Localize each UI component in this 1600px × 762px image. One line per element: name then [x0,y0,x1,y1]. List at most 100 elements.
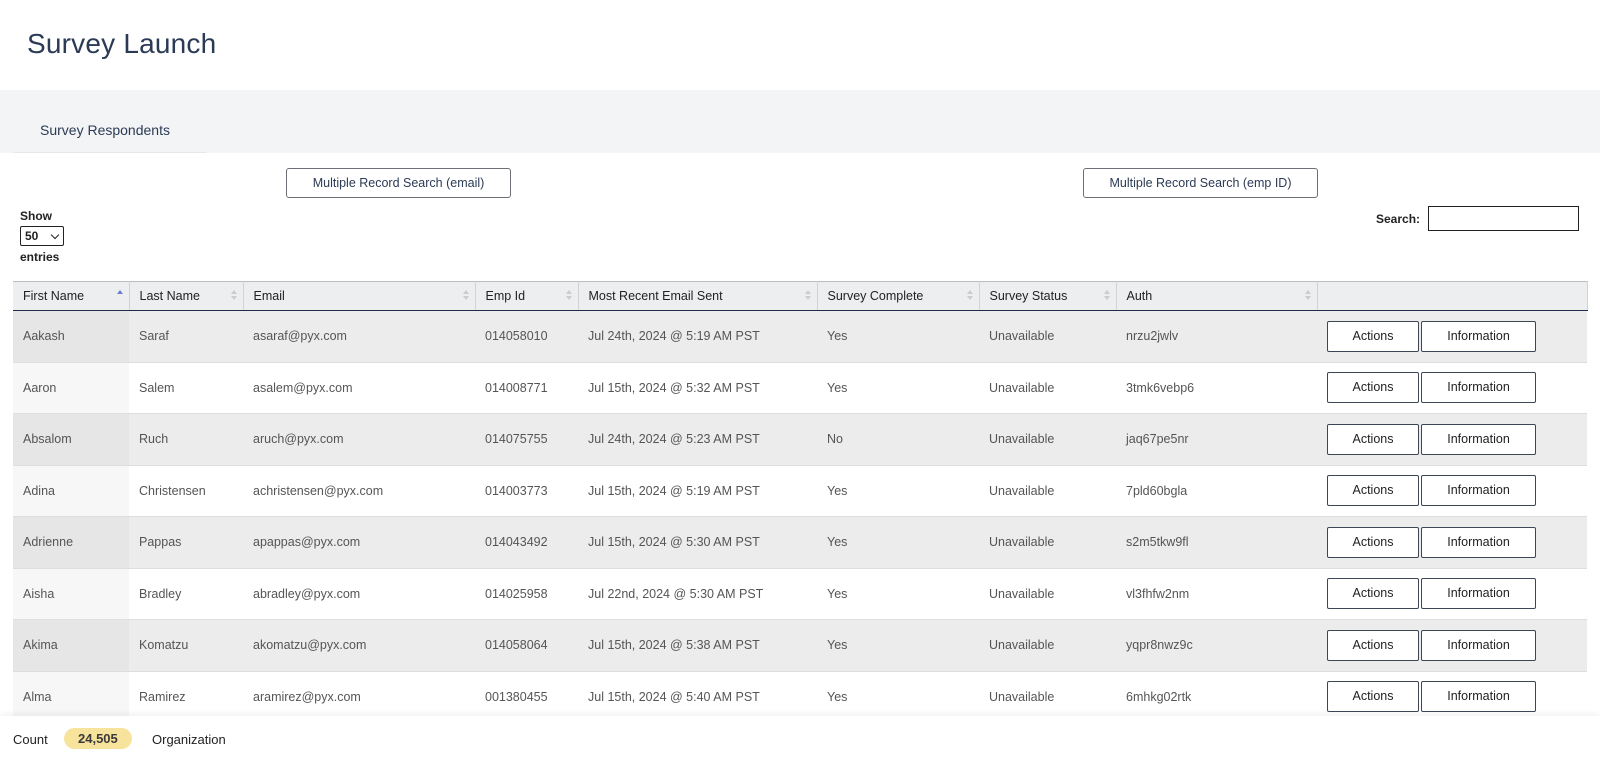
chevron-down-icon [50,230,60,240]
multiple-record-search-empid-button[interactable]: Multiple Record Search (emp ID) [1083,168,1318,198]
sort-icon [1103,290,1110,302]
information-button[interactable]: Information [1421,578,1536,610]
cell-last-name: Ruch [129,413,243,466]
column-header-email[interactable]: Email [243,281,476,311]
cell-email: apappas@pyx.com [243,516,475,569]
cell-actions: Actions Information [1317,310,1587,363]
cell-actions: Actions Information [1317,619,1587,672]
page-length-select[interactable]: 50 [20,226,64,246]
cell-auth: nrzu2jwlv [1116,310,1317,363]
column-header-survey-status[interactable]: Survey Status [979,281,1117,311]
page-length-value: 50 [25,229,39,243]
cell-email: abradley@pyx.com [243,568,475,620]
cell-emp-id: 001380455 [475,671,578,723]
multiple-record-search-email-button[interactable]: Multiple Record Search (email) [286,168,511,198]
show-label: Show [20,209,52,223]
entries-label: entries [20,250,60,264]
cell-most-recent-email-sent: Jul 15th, 2024 @ 5:19 AM PST [578,465,817,517]
cell-actions: Actions Information [1317,671,1587,723]
cell-first-name: Aisha [13,568,129,620]
actions-button[interactable]: Actions [1327,681,1419,713]
cell-email: asaraf@pyx.com [243,310,475,363]
footer-bar: Count 24,505 Organization [0,716,1600,762]
cell-auth: 7pld60bgla [1116,465,1317,517]
cell-actions: Actions Information [1317,413,1587,466]
cell-last-name: Salem [129,362,243,414]
cell-survey-complete: Yes [817,310,979,363]
cell-survey-status: Unavailable [979,362,1116,414]
column-header-auth[interactable]: Auth [1116,281,1318,311]
cell-survey-complete: No [817,413,979,466]
actions-button[interactable]: Actions [1327,578,1419,610]
cell-last-name: Bradley [129,568,243,620]
information-button[interactable]: Information [1421,320,1536,352]
cell-auth: yqpr8nwz9c [1116,619,1317,672]
page-title: Survey Launch [27,28,217,59]
cell-auth: vl3fhfw2nm [1116,568,1317,620]
count-label: Count [13,732,48,747]
cell-emp-id: 014058064 [475,619,578,672]
column-header-last-name[interactable]: Last Name [129,281,244,311]
cell-last-name: Ramirez [129,671,243,723]
cell-survey-complete: Yes [817,619,979,672]
cell-most-recent-email-sent: Jul 15th, 2024 @ 5:32 AM PST [578,362,817,414]
column-header-actions [1317,281,1588,311]
sort-icon [565,290,572,302]
column-header-emp-id[interactable]: Emp Id [475,281,579,311]
sort-icon [1304,290,1311,302]
cell-last-name: Pappas [129,516,243,569]
cell-emp-id: 014075755 [475,413,578,466]
actions-button[interactable]: Actions [1327,372,1419,404]
cell-survey-status: Unavailable [979,619,1116,672]
actions-button[interactable]: Actions [1327,320,1419,352]
table-row: Alma Ramirez aramirez@pyx.com 001380455 … [13,671,1587,723]
sort-icon [462,290,469,302]
cell-survey-complete: Yes [817,465,979,517]
search-input[interactable] [1428,206,1579,231]
cell-survey-complete: Yes [817,671,979,723]
sort-ascending-icon [116,290,123,302]
cell-actions: Actions Information [1317,362,1587,414]
actions-button[interactable]: Actions [1327,475,1419,507]
actions-button[interactable]: Actions [1327,526,1419,558]
cell-first-name: Aakash [13,310,129,363]
actions-button[interactable]: Actions [1327,423,1419,455]
column-header-survey-complete[interactable]: Survey Complete [817,281,980,311]
tab-survey-respondents[interactable]: Survey Respondents [13,108,206,153]
table-row: Absalom Ruch aruch@pyx.com 014075755 Jul… [13,413,1587,466]
column-header-first-name[interactable]: First Name [13,281,130,311]
cell-most-recent-email-sent: Jul 15th, 2024 @ 5:38 AM PST [578,619,817,672]
sort-icon [804,290,811,302]
information-button[interactable]: Information [1421,681,1536,713]
cell-email: aramirez@pyx.com [243,671,475,723]
cell-most-recent-email-sent: Jul 15th, 2024 @ 5:40 AM PST [578,671,817,723]
cell-first-name: Aaron [13,362,129,414]
cell-email: aruch@pyx.com [243,413,475,466]
cell-survey-complete: Yes [817,516,979,569]
actions-button[interactable]: Actions [1327,629,1419,661]
information-button[interactable]: Information [1421,629,1536,661]
cell-last-name: Saraf [129,310,243,363]
respondents-table: First Name Last Name Email Emp Id Most R… [13,281,1588,723]
cell-auth: s2m5tkw9fl [1116,516,1317,569]
column-header-most-recent-email-sent[interactable]: Most Recent Email Sent [578,281,818,311]
cell-most-recent-email-sent: Jul 24th, 2024 @ 5:23 AM PST [578,413,817,466]
cell-survey-status: Unavailable [979,465,1116,517]
cell-emp-id: 014003773 [475,465,578,517]
information-button[interactable]: Information [1421,526,1536,558]
table-row: Adrienne Pappas apappas@pyx.com 01404349… [13,516,1587,569]
cell-first-name: Adina [13,465,129,517]
cell-survey-status: Unavailable [979,671,1116,723]
table-row: Aakash Saraf asaraf@pyx.com 014058010 Ju… [13,310,1587,363]
cell-first-name: Absalom [13,413,129,466]
cell-auth: 3tmk6vebp6 [1116,362,1317,414]
organization-label[interactable]: Organization [152,732,226,747]
cell-emp-id: 014008771 [475,362,578,414]
information-button[interactable]: Information [1421,475,1536,507]
cell-last-name: Christensen [129,465,243,517]
table-row: Aaron Salem asalem@pyx.com 014008771 Jul… [13,362,1587,414]
cell-email: akomatzu@pyx.com [243,619,475,672]
information-button[interactable]: Information [1421,372,1536,404]
cell-survey-status: Unavailable [979,310,1116,363]
information-button[interactable]: Information [1421,423,1536,455]
